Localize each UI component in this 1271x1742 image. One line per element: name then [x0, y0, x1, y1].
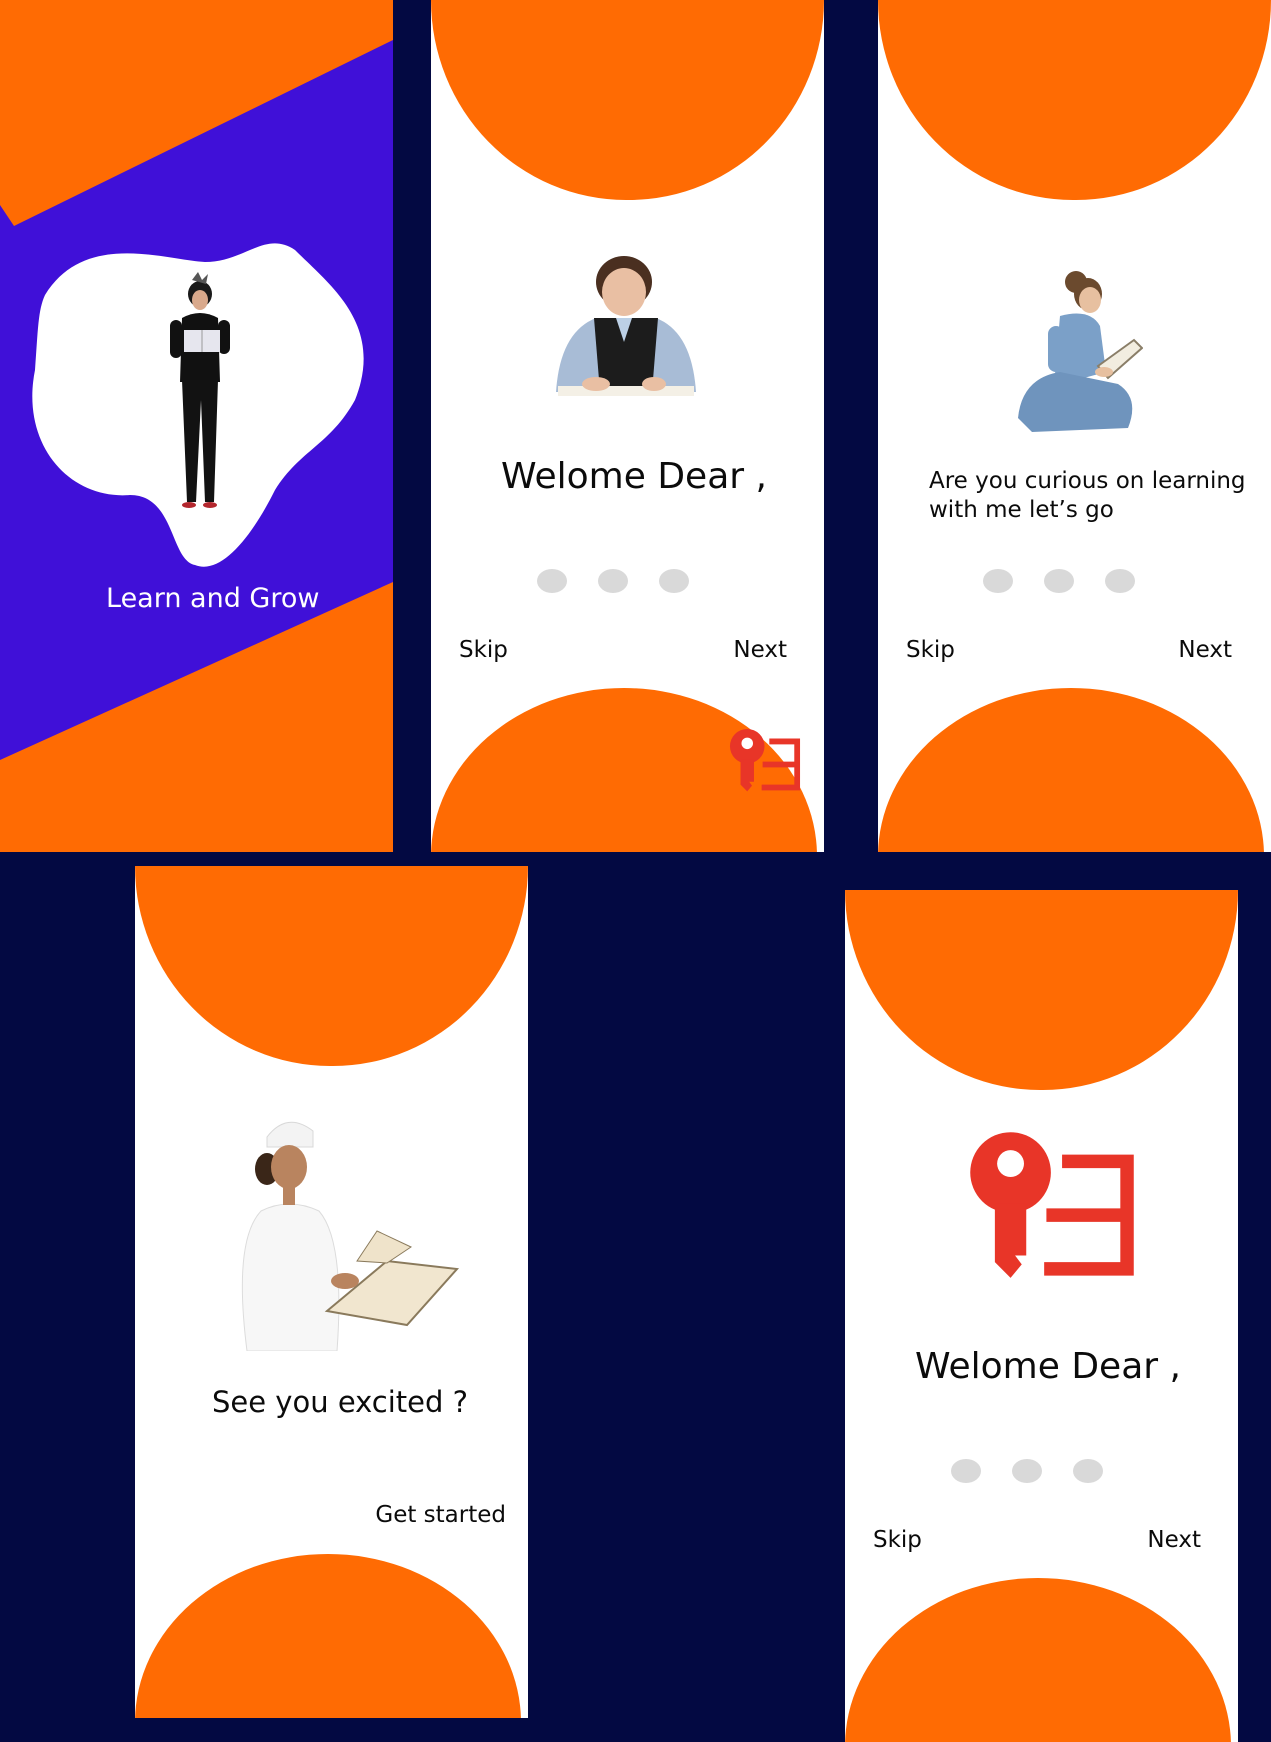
key-with-lines-icon: [729, 728, 801, 792]
welcome-title: Welome Dear ,: [915, 1346, 1181, 1387]
next-button[interactable]: Next: [1178, 637, 1232, 663]
page-dot[interactable]: [537, 569, 567, 593]
skip-button[interactable]: Skip: [906, 637, 955, 663]
page-dot[interactable]: [598, 569, 628, 593]
splash-screen: Learn and Grow: [0, 0, 393, 852]
page-dot[interactable]: [1044, 569, 1074, 593]
excited-title: See you excited ?: [212, 1385, 469, 1419]
canvas: { "colors": { "background": "#030942", "…: [0, 0, 1271, 1742]
next-button[interactable]: Next: [733, 637, 787, 663]
page-dot[interactable]: [1105, 569, 1135, 593]
onboarding-screen-welcome-logo: Welome Dear , Skip Next: [845, 890, 1238, 1742]
curious-title-line1: Are you curious on learning: [929, 468, 1246, 494]
key-with-lines-icon: [970, 1132, 1134, 1278]
nurse-reading-book-illustration: [241, 1121, 460, 1351]
woman-reading-illustration: [170, 272, 230, 508]
onboarding-screen-get-started: See you excited ? Get started: [135, 866, 528, 1718]
get-started-button[interactable]: Get started: [375, 1502, 506, 1528]
top-orange-shape: [135, 866, 528, 1066]
woman-reading-sitting-illustration: [1018, 271, 1143, 432]
page-dot[interactable]: [1073, 1459, 1103, 1483]
page-indicator: [537, 569, 689, 593]
skip-button[interactable]: Skip: [873, 1527, 922, 1553]
page-dot[interactable]: [659, 569, 689, 593]
bottom-orange-shape: [135, 1554, 521, 1718]
page-indicator: [983, 569, 1135, 593]
page-dot[interactable]: [1012, 1459, 1042, 1483]
top-orange-shape: [878, 0, 1271, 200]
next-button[interactable]: Next: [1147, 1527, 1201, 1553]
skip-button[interactable]: Skip: [459, 637, 508, 663]
page-indicator: [951, 1459, 1103, 1483]
welcome-title: Welome Dear ,: [501, 456, 767, 497]
onboarding-screen-curious: Are you curious on learning with me let’…: [878, 0, 1271, 852]
top-orange-shape: [431, 0, 824, 200]
page-dot[interactable]: [951, 1459, 981, 1483]
bottom-orange-shape: [878, 688, 1264, 852]
page-dot[interactable]: [983, 569, 1013, 593]
splash-caption: Learn and Grow: [106, 583, 320, 614]
onboarding-screen-welcome: Welome Dear , Skip Next: [431, 0, 824, 852]
curious-title-line2: with me let’s go: [929, 497, 1114, 523]
bottom-orange-shape: [845, 1578, 1231, 1742]
boy-writing-illustration: [556, 256, 696, 396]
top-orange-shape: [845, 890, 1238, 1090]
